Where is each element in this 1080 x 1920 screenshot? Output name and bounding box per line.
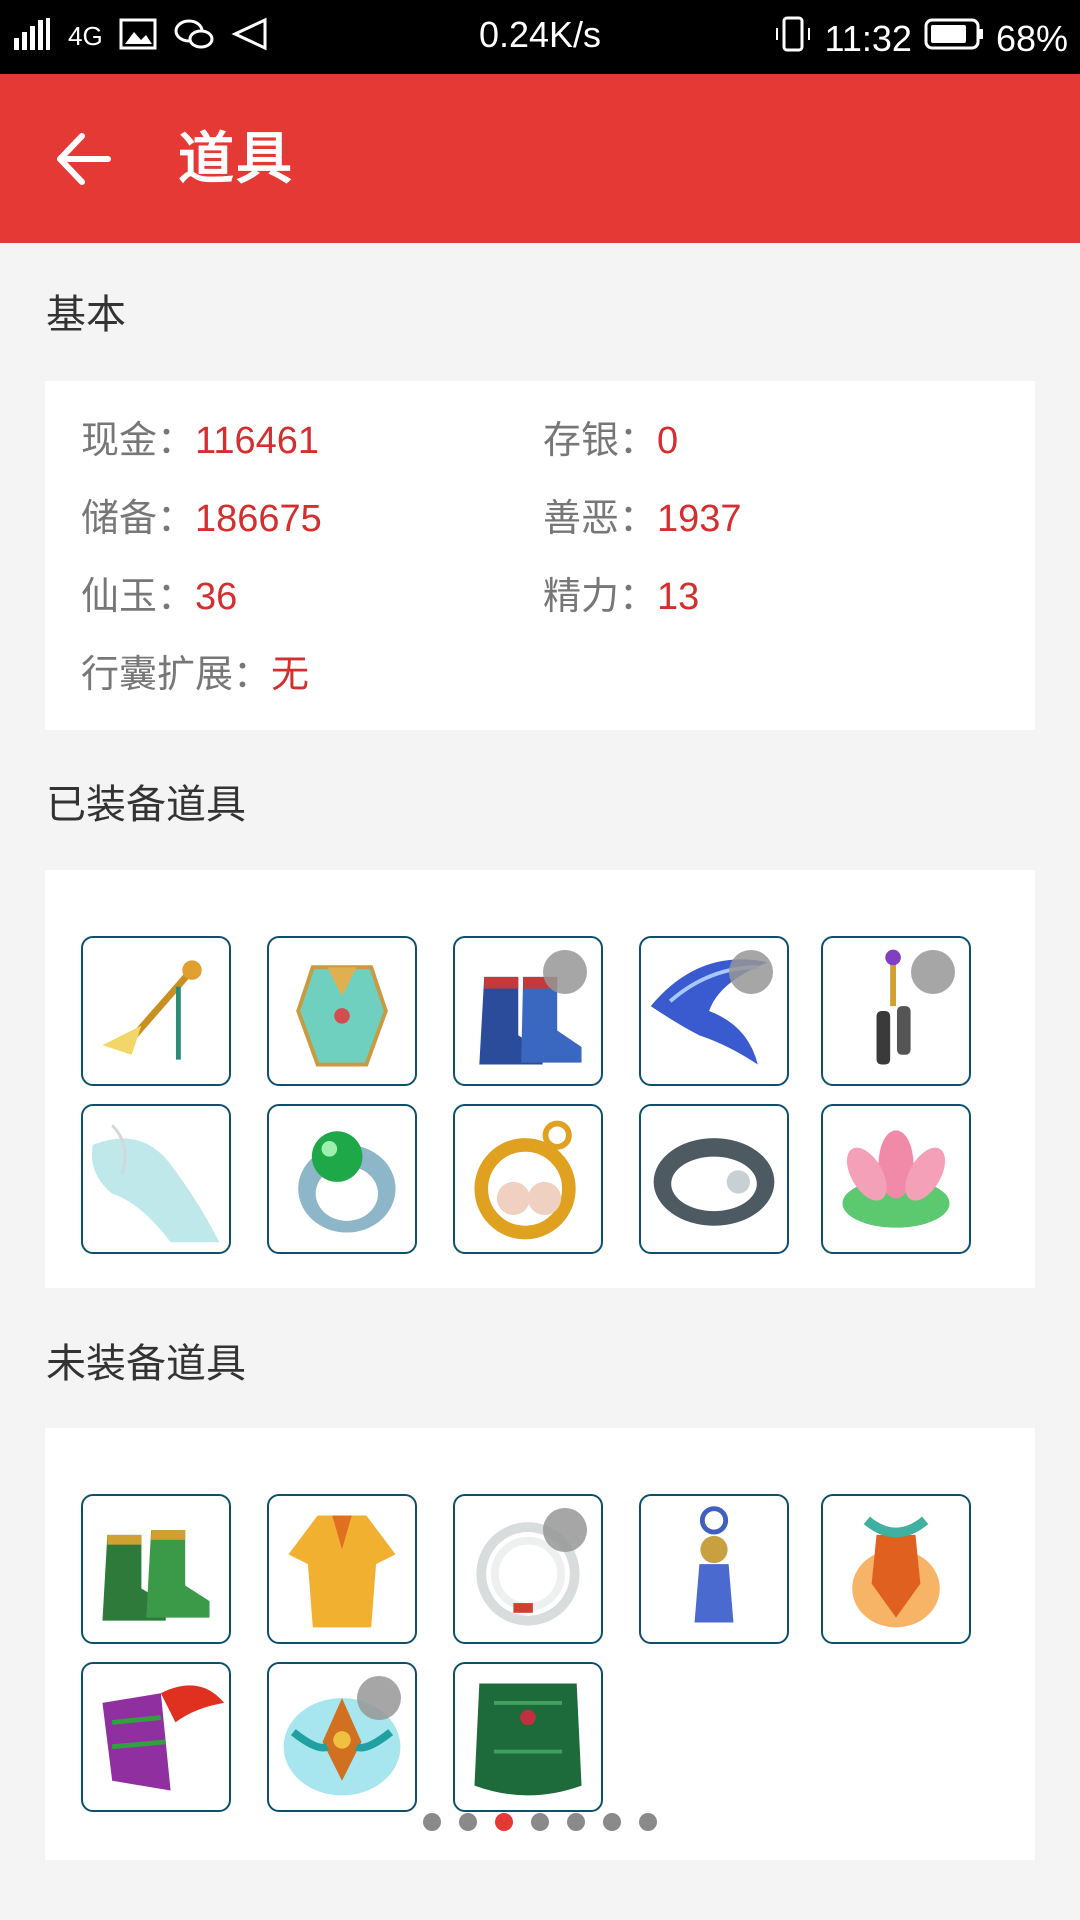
equipped-item[interactable]: [267, 936, 417, 1086]
robe-armor-icon: [296, 965, 388, 1067]
unequipped-item[interactable]: [267, 1494, 417, 1644]
golden-robe-icon: [288, 1515, 396, 1628]
unequipped-item[interactable]: [453, 1662, 603, 1812]
equipped-section-title: 已装备道具: [46, 782, 246, 828]
basic-section-title: 基本: [46, 292, 126, 338]
equipped-item[interactable]: [639, 936, 789, 1086]
lock-icon: [543, 950, 587, 994]
equipped-item[interactable]: [81, 1104, 231, 1254]
equipped-items-card: [45, 870, 1035, 1288]
equipped-item[interactable]: [453, 936, 603, 1086]
basic-info-card: 现金：116461 存银：0 储备：186675 善恶：1937 仙玉：36 精…: [45, 381, 1035, 730]
green-boots-icon: [102, 1530, 210, 1621]
page-dot[interactable]: [459, 1813, 477, 1831]
unequipped-item[interactable]: [453, 1494, 603, 1644]
equipped-item[interactable]: [453, 1104, 603, 1254]
status-bar: 4G 0.24K/s 11:32 68%: [0, 0, 1080, 74]
page-dot[interactable]: [531, 1813, 549, 1831]
equipped-item[interactable]: [81, 936, 231, 1086]
unequipped-item[interactable]: [639, 1494, 789, 1644]
page-dot[interactable]: [603, 1813, 621, 1831]
lock-icon: [543, 1508, 587, 1552]
lock-icon: [729, 950, 773, 994]
stat-reserve: 储备：186675: [81, 496, 322, 540]
stat-jade: 仙玉：36: [81, 574, 238, 618]
lotus-icon: [842, 1130, 950, 1228]
unequipped-item[interactable]: [267, 1662, 417, 1812]
stat-bag-expansion: 行囊扩展：无: [81, 652, 310, 696]
app-bar: 道具: [0, 74, 1080, 243]
page-dot[interactable]: [639, 1813, 657, 1831]
stone-bracelet-icon: [653, 1138, 775, 1226]
page-dot[interactable]: [423, 1813, 441, 1831]
back-button[interactable]: [50, 124, 120, 194]
feather-armor-icon: [102, 1685, 225, 1791]
stat-cash: 现金：116461: [81, 418, 319, 462]
unequipped-item[interactable]: [81, 1662, 231, 1812]
tassel-charm-icon: [694, 1506, 734, 1623]
jade-ring-icon: [298, 1131, 396, 1233]
weapon-staff-icon: [102, 960, 202, 1060]
mist-ornament-icon: [91, 1124, 220, 1243]
flame-talisman-icon: [852, 1516, 940, 1628]
status-right: 11:32 68%: [773, 14, 1068, 63]
page-title: 道具: [178, 127, 294, 192]
unequipped-item[interactable]: [821, 1494, 971, 1644]
equipped-item[interactable]: [267, 1104, 417, 1254]
equipped-item[interactable]: [821, 936, 971, 1086]
lock-icon: [911, 950, 955, 994]
vibrate-icon: [773, 14, 813, 63]
unequipped-section-title: 未装备道具: [46, 1341, 246, 1387]
page-dot[interactable]: [567, 1813, 585, 1831]
pearl-earrings-icon: [474, 1120, 576, 1240]
stat-deposit: 存银：0: [543, 418, 679, 462]
battery-icon: [924, 17, 984, 60]
unequipped-item[interactable]: [81, 1494, 231, 1644]
unequipped-items-card: [45, 1428, 1035, 1860]
stat-karma: 善恶：1937: [543, 496, 742, 540]
stat-energy: 精力：13: [543, 574, 700, 618]
clock: 11:32: [824, 17, 912, 59]
arrow-left-icon: [57, 133, 111, 185]
page-dot-active[interactable]: [495, 1813, 513, 1831]
equipped-item[interactable]: [821, 1104, 971, 1254]
lock-icon: [357, 1676, 401, 1720]
battery-percent: 68%: [995, 17, 1068, 59]
page-indicator: [0, 1813, 1080, 1831]
green-vest-icon: [474, 1683, 582, 1796]
equipped-item[interactable]: [639, 1104, 789, 1254]
